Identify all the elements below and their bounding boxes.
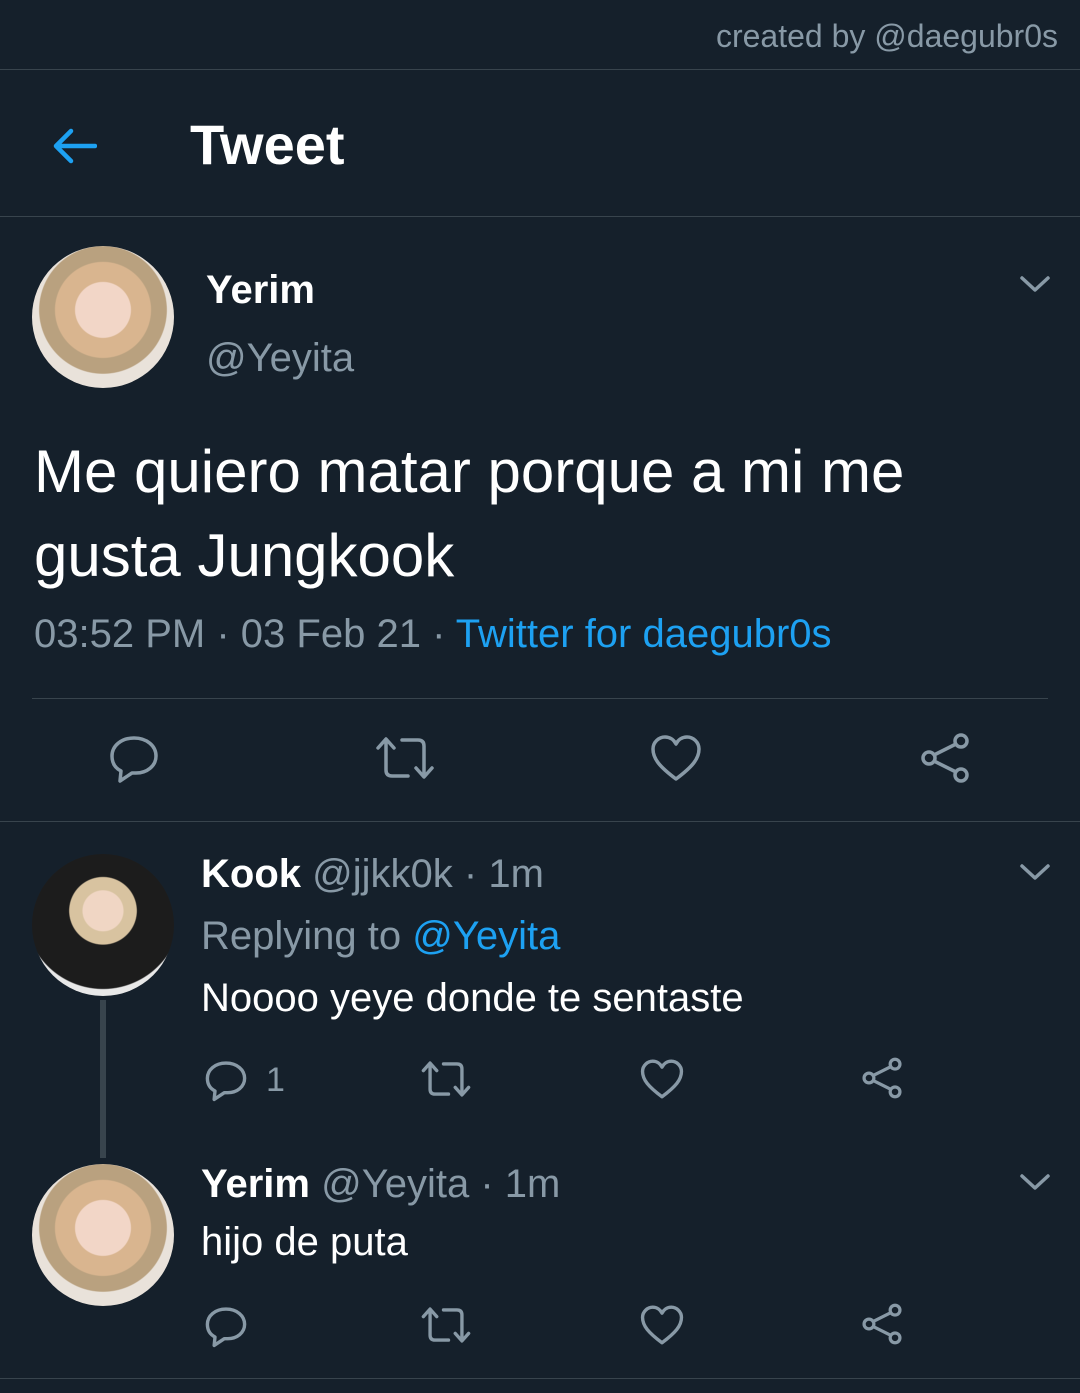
reply-icon xyxy=(110,736,158,783)
page-title: Tweet xyxy=(190,113,345,176)
chevron-down-icon xyxy=(1020,864,1050,880)
author-handle[interactable]: @Yeyita xyxy=(321,1162,469,1206)
author-name[interactable]: Yerim xyxy=(201,1162,310,1206)
thread-line xyxy=(100,1000,106,1158)
replying-to: Replying to @Yeyita xyxy=(201,914,560,959)
reply-icon xyxy=(205,1061,247,1102)
meta-separator: · xyxy=(463,852,478,896)
share-button[interactable] xyxy=(860,1056,904,1100)
author-handle[interactable]: @jjkk0k xyxy=(312,852,453,896)
author-handle[interactable]: @Yeyita xyxy=(206,336,354,381)
reply-text: Noooo yeye donde te sentaste xyxy=(201,976,744,1020)
meta-separator: · xyxy=(216,612,230,656)
reply-header: Yerim @Yeyita · 1m xyxy=(201,1162,560,1207)
retweet-button[interactable] xyxy=(420,1304,472,1346)
reply-time: 1m xyxy=(488,852,544,896)
meta-separator: · xyxy=(432,612,446,656)
retweet-button[interactable] xyxy=(374,734,436,782)
author-name[interactable]: Kook xyxy=(201,852,301,896)
tweet-divider xyxy=(0,821,1080,822)
like-icon xyxy=(640,1059,684,1099)
like-icon xyxy=(640,1305,684,1345)
retweet-icon xyxy=(421,1061,471,1097)
tweet-text: Me quiero matar porque a mi me gusta Jun… xyxy=(34,438,905,589)
reply-header: Kook @jjkk0k · 1m xyxy=(201,852,544,897)
header-divider xyxy=(0,216,1080,217)
share-button[interactable] xyxy=(918,732,972,784)
reply-time: 1m xyxy=(504,1162,561,1206)
reply-button[interactable] xyxy=(204,1304,248,1348)
avatar[interactable] xyxy=(32,246,174,388)
tweet-options-button[interactable] xyxy=(1018,272,1052,301)
share-icon xyxy=(862,1303,902,1345)
like-icon xyxy=(651,735,701,781)
avatar[interactable] xyxy=(32,1164,174,1306)
bottom-divider xyxy=(0,1378,1080,1379)
chevron-down-icon xyxy=(1020,276,1050,292)
back-button[interactable] xyxy=(48,120,100,172)
share-button[interactable] xyxy=(860,1302,904,1346)
replying-to-label: Replying to xyxy=(201,914,402,958)
tweet-time: 03:52 PM xyxy=(34,612,206,656)
tweet-date: 03 Feb 21 xyxy=(240,612,421,656)
reply-count: 1 xyxy=(266,1060,285,1099)
tweet-options-button[interactable] xyxy=(1018,860,1052,889)
top-divider xyxy=(0,69,1080,70)
back-arrow-icon xyxy=(53,128,97,164)
tweet-meta: 03:52 PM · 03 Feb 21 · Twitter for daegu… xyxy=(34,612,832,657)
reply-button[interactable]: 1 xyxy=(204,1058,285,1102)
meta-separator: · xyxy=(480,1162,494,1206)
chevron-down-icon xyxy=(1020,1174,1050,1190)
tweet-source-link[interactable]: Twitter for daegubr0s xyxy=(456,612,832,656)
tweet-options-button[interactable] xyxy=(1018,1170,1052,1199)
reply-text: hijo de puta xyxy=(201,1220,408,1264)
like-button[interactable] xyxy=(640,1058,684,1100)
retweet-icon xyxy=(421,1307,471,1343)
share-icon xyxy=(921,733,969,783)
author-name[interactable]: Yerim xyxy=(206,268,315,313)
avatar[interactable] xyxy=(32,854,174,996)
reply-icon xyxy=(205,1307,247,1348)
retweet-icon xyxy=(376,737,434,779)
like-button[interactable] xyxy=(650,734,702,782)
credit-text: created by @daegubr0s xyxy=(715,18,1058,54)
share-icon xyxy=(862,1057,902,1099)
actions-divider xyxy=(32,698,1048,699)
reply-button[interactable] xyxy=(108,732,160,784)
replying-to-handle[interactable]: @Yeyita xyxy=(412,914,560,958)
retweet-button[interactable] xyxy=(420,1058,472,1100)
like-button[interactable] xyxy=(640,1304,684,1346)
